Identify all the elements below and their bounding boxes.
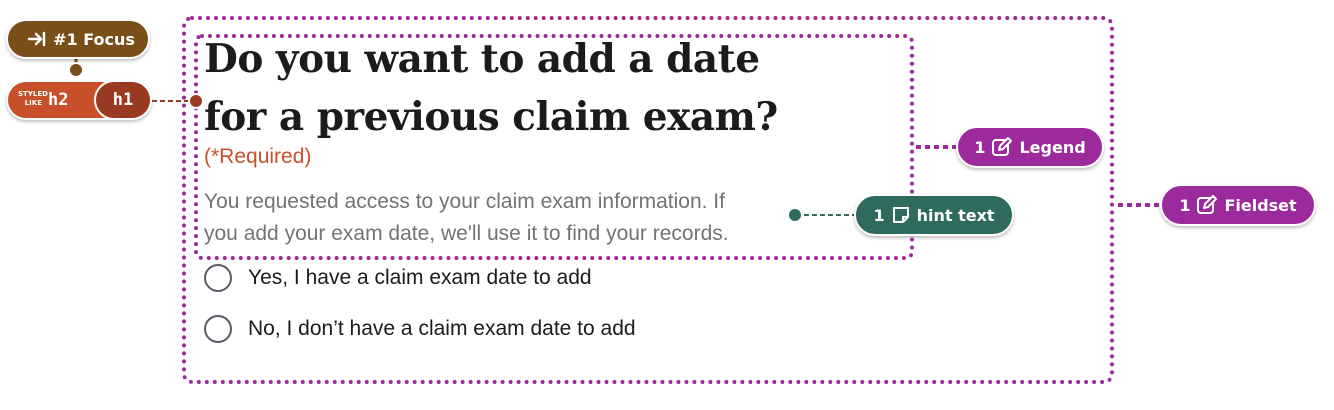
legend-annotation: 1 Legend	[956, 126, 1104, 168]
focus-label: #1 Focus	[53, 29, 135, 49]
legend-label: Legend	[1019, 137, 1086, 157]
edit-icon	[1197, 195, 1218, 214]
styled-like-label: STYLED LIKE	[18, 90, 48, 108]
like-word: LIKE	[24, 99, 42, 107]
edit-icon	[992, 137, 1013, 156]
fieldset-annotation: 1 Fieldset	[1160, 184, 1316, 226]
focus-annotation: #1 Focus	[6, 19, 150, 59]
heading-level-annotation: STYLED LIKE h2 h1	[6, 80, 152, 120]
hint-label: hint text	[916, 205, 995, 225]
note-icon	[892, 207, 909, 223]
styled-word: STYLED	[18, 90, 48, 98]
tab-arrow-icon	[27, 31, 46, 47]
hint-annotation: 1 hint text	[854, 194, 1014, 236]
fieldset-count: 1	[1179, 195, 1191, 215]
fieldset-label: Fieldset	[1224, 195, 1297, 215]
hint-count: 1	[873, 205, 885, 225]
actual-heading-level: h1	[94, 80, 152, 120]
legend-count: 1	[974, 137, 986, 157]
annotation-connectors	[68, 58, 1160, 223]
styled-as-level: h2	[48, 90, 69, 110]
